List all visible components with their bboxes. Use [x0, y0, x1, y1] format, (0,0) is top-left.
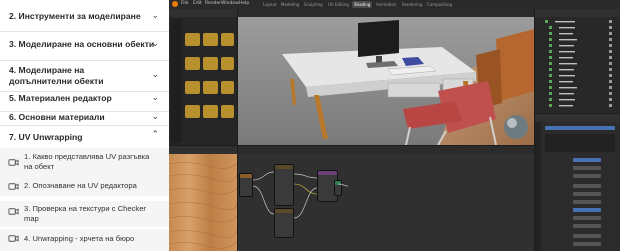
outliner-tree[interactable]	[535, 17, 620, 113]
panel-header	[535, 9, 620, 17]
course-section[interactable]: 5. Материален редактор ⌄	[0, 92, 169, 112]
chevron-down-icon: ⌄	[151, 111, 159, 121]
tab-shading[interactable]: Shading	[352, 1, 373, 8]
property-row[interactable]	[541, 242, 601, 247]
blender-logo-icon	[172, 1, 178, 7]
course-section[interactable]: 4. Моделиране на допълнителни обекти ⌄	[0, 61, 169, 92]
shader-node[interactable]	[274, 208, 294, 238]
property-row[interactable]	[541, 200, 601, 205]
property-row[interactable]	[541, 166, 601, 171]
material-slot-list[interactable]	[545, 134, 615, 152]
shader-node[interactable]	[239, 173, 253, 197]
property-row[interactable]	[541, 192, 601, 197]
lesson-item[interactable]: 1. Какво представлява UV разгъвка на обе…	[0, 148, 169, 176]
folder-icon[interactable]	[221, 33, 234, 46]
course-sidebar: 2. Инструменти за моделиране ⌄ 3. Модели…	[0, 0, 169, 251]
chevron-down-icon: ⌄	[151, 69, 159, 79]
property-row[interactable]	[541, 234, 601, 239]
property-row[interactable]	[541, 208, 601, 213]
lesson-label: 1. Какво представлява UV разгъвка на обе…	[24, 152, 150, 171]
scene-render	[238, 17, 534, 145]
panel-header	[169, 9, 237, 17]
section-title: 7. UV Unwrapping	[9, 132, 83, 142]
shader-editor-panel[interactable]	[238, 146, 534, 251]
course-section[interactable]: 7. UV Unwrapping ⌃	[0, 126, 169, 146]
chevron-down-icon: ⌄	[151, 10, 159, 20]
image-editor-panel	[169, 146, 237, 251]
wood-texture-image[interactable]	[169, 154, 237, 251]
folder-icon[interactable]	[185, 81, 200, 94]
section-title: 3. Моделиране на основни обекти	[9, 39, 155, 49]
chevron-down-icon: ⌄	[151, 92, 159, 102]
section-title: 4. Моделиране на допълнителни обекти	[9, 65, 104, 86]
tab-animation[interactable]: Animation	[374, 1, 398, 8]
menu-help[interactable]: Help	[239, 1, 249, 6]
blender-window: File Edit Render Window Help Layout Mode…	[169, 0, 620, 251]
shader-editor-header	[238, 146, 534, 154]
property-row[interactable]	[541, 224, 601, 229]
folder-icon[interactable]	[221, 81, 234, 94]
folder-icon[interactable]	[185, 105, 200, 118]
section-title: 5. Материален редактор	[9, 93, 112, 103]
tab-layout[interactable]: Layout	[261, 1, 279, 8]
panel-header	[169, 146, 237, 154]
shader-node[interactable]	[334, 180, 342, 196]
folder-icon[interactable]	[203, 105, 218, 118]
tab-sculpting[interactable]: Sculpting	[302, 1, 325, 8]
file-browser-toolbar	[171, 19, 182, 143]
material-slot-selected[interactable]	[545, 126, 615, 130]
folder-icon[interactable]	[203, 81, 218, 94]
property-row[interactable]	[541, 174, 601, 179]
property-row[interactable]	[541, 158, 601, 163]
chevron-down-icon: ⌄	[151, 38, 159, 48]
lesson-label: 2. Опознаване на UV редактора	[24, 181, 137, 190]
viewport-info-text	[242, 19, 243, 24]
outliner-panel	[535, 9, 620, 113]
lesson-label: 3. Проверка на текстури с Checker map	[24, 204, 146, 223]
tab-uv-editing[interactable]: UV Editing	[326, 1, 351, 8]
shader-node[interactable]	[274, 164, 294, 206]
property-row[interactable]	[541, 184, 601, 189]
lesson-label: 4. Unwrapping - хрчета на бюро	[24, 234, 135, 243]
course-section[interactable]: 3. Моделиране на основни обекти ⌄	[0, 32, 169, 61]
lesson-item[interactable]: 4. Unwrapping - хрчета на бюро	[0, 229, 169, 251]
video-icon	[8, 183, 19, 190]
tab-modeling[interactable]: Modeling	[279, 1, 301, 8]
video-icon	[8, 235, 19, 242]
folder-icon[interactable]	[221, 57, 234, 70]
course-section[interactable]: 2. Инструменти за моделиране ⌄	[0, 0, 169, 32]
folder-icon[interactable]	[185, 57, 200, 70]
menu-window[interactable]: Window	[221, 1, 239, 6]
file-browser-panel	[169, 9, 237, 145]
lesson-item[interactable]: 2. Опознаване на UV редактора	[0, 176, 169, 196]
menu-edit[interactable]: Edit	[193, 1, 202, 6]
video-icon	[8, 159, 19, 166]
tab-rendering[interactable]: Rendering	[400, 1, 424, 8]
blender-menubar: File Edit Render Window Help Layout Mode…	[169, 0, 620, 9]
section-title: 6. Основни материали	[9, 112, 105, 122]
chevron-up-icon: ⌃	[151, 129, 159, 139]
menu-file[interactable]: File	[181, 1, 189, 6]
properties-panel	[535, 114, 620, 251]
viewport-3d[interactable]	[238, 9, 534, 145]
video-icon	[8, 208, 19, 215]
folder-icon[interactable]	[221, 105, 234, 118]
folder-icon[interactable]	[203, 33, 218, 46]
folder-icon[interactable]	[203, 57, 218, 70]
section-title: 2. Инструменти за моделиране	[9, 11, 141, 21]
tab-compositing[interactable]: Compositing	[425, 1, 454, 8]
menu-render[interactable]: Render	[205, 1, 221, 6]
lesson-item[interactable]: 3. Проверка на текстури с Checker map	[0, 201, 169, 227]
panel-header	[535, 114, 620, 122]
course-section[interactable]: 6. Основни материали ⌄	[0, 111, 169, 126]
property-row[interactable]	[541, 216, 601, 221]
folder-icon[interactable]	[185, 33, 200, 46]
